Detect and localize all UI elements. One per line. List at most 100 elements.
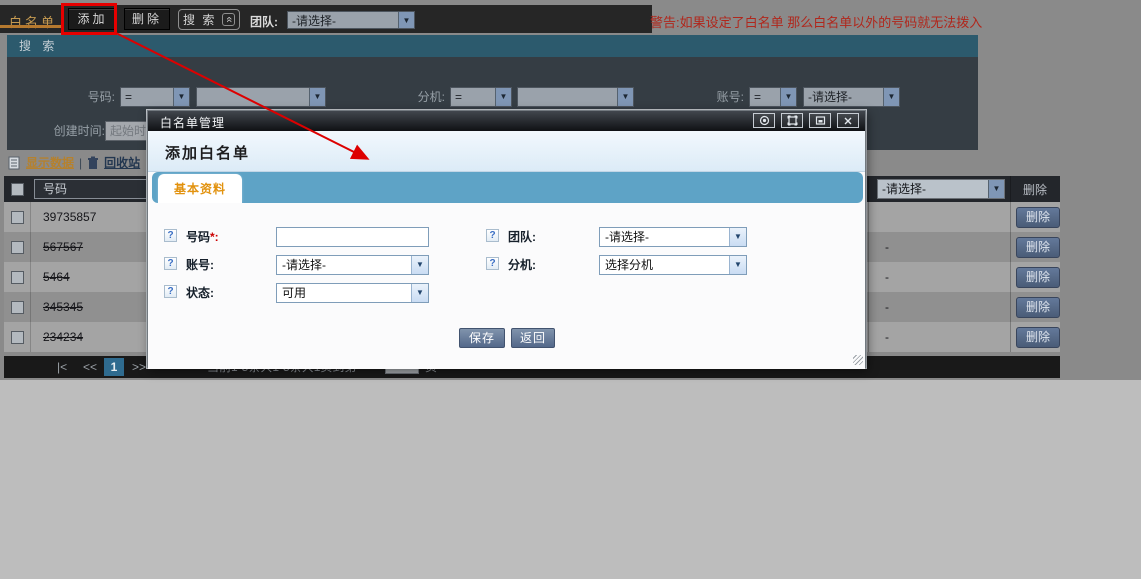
chevron-down-icon: ▼ bbox=[617, 88, 633, 106]
extension-operator-value: = bbox=[451, 88, 495, 106]
number-value-select[interactable]: ▼ bbox=[196, 87, 326, 107]
field-team-label: 团队: bbox=[508, 227, 536, 247]
account-value: -请选择- bbox=[804, 88, 883, 106]
help-icon[interactable]: ? bbox=[486, 257, 499, 270]
chevron-down-icon: ▼ bbox=[398, 12, 414, 28]
row-checkbox[interactable] bbox=[11, 271, 24, 284]
dialog-header: 添加白名单 bbox=[148, 131, 865, 172]
row-checkbox[interactable] bbox=[11, 211, 24, 224]
row-number: 345345 bbox=[43, 300, 83, 314]
help-icon[interactable]: ? bbox=[164, 229, 177, 242]
whitelist-dialog: 白名单管理 添加白名单 基本资料 ? 号码*: bbox=[147, 110, 866, 368]
extension-operator-select[interactable]: = ▼ bbox=[450, 87, 512, 107]
dialog-restore-button[interactable] bbox=[809, 113, 831, 128]
number-value bbox=[197, 88, 309, 106]
team-filter-label: 团队: bbox=[250, 13, 278, 30]
field-extension-label: 分机: bbox=[508, 255, 536, 275]
row-number: 39735857 bbox=[43, 210, 96, 224]
number-input[interactable] bbox=[276, 227, 429, 247]
dialog-maximize-button[interactable] bbox=[781, 113, 803, 128]
save-button[interactable]: 保存 bbox=[459, 328, 505, 348]
extension-value-select[interactable]: ▼ bbox=[517, 87, 634, 107]
chevron-down-icon: ▼ bbox=[173, 88, 189, 106]
help-icon[interactable]: ? bbox=[486, 229, 499, 242]
number-operator-select[interactable]: = ▼ bbox=[120, 87, 190, 107]
team-select-value: -请选择- bbox=[600, 228, 729, 246]
delete-column-header: 删除 bbox=[1011, 181, 1047, 198]
recycle-bin-link[interactable]: 回收站 bbox=[104, 154, 140, 171]
annotation-highlight-box bbox=[61, 3, 117, 35]
chevron-down-icon: ▼ bbox=[780, 88, 796, 106]
search-toggle-label: 搜 索 bbox=[183, 11, 222, 28]
field-number-label: 号码*: bbox=[186, 227, 219, 247]
tab-whitelist[interactable]: 白名单 bbox=[9, 12, 57, 31]
chevron-down-icon: ▼ bbox=[883, 88, 899, 106]
document-icon bbox=[8, 156, 21, 170]
search-panel-header[interactable]: 搜 索 bbox=[7, 35, 978, 57]
show-data-link[interactable]: 显示数据 bbox=[26, 154, 74, 171]
dialog-resize-handle[interactable] bbox=[853, 355, 863, 365]
status-select[interactable]: 可用 ▼ bbox=[276, 283, 429, 303]
row-delete-button[interactable]: 删除 bbox=[1016, 237, 1060, 258]
field-account-label: 账号: bbox=[186, 255, 214, 275]
dialog-close-button[interactable] bbox=[837, 113, 859, 128]
next-page-button[interactable]: >> bbox=[132, 360, 146, 374]
account-operator-select[interactable]: = ▼ bbox=[749, 87, 797, 107]
search-toggle-button[interactable]: 搜 索 « bbox=[178, 9, 240, 30]
chevron-down-icon: ▼ bbox=[411, 284, 428, 302]
row-number: 234234 bbox=[43, 330, 83, 344]
help-icon[interactable]: ? bbox=[164, 257, 177, 270]
dialog-tabstrip: 基本资料 bbox=[152, 172, 863, 203]
dialog-content: ? 号码*: ? 团队: -请选择- ▼ ? 账号: -请选择- ▼ ? 分机: bbox=[148, 203, 865, 369]
team-filter-select[interactable]: -请选择- ▼ bbox=[287, 11, 415, 29]
team-select[interactable]: -请选择- ▼ bbox=[599, 227, 747, 247]
row-team: - bbox=[885, 300, 889, 314]
select-all-checkbox[interactable] bbox=[11, 183, 24, 196]
extension-select[interactable]: 选择分机 ▼ bbox=[599, 255, 747, 275]
chevron-down-icon: ▼ bbox=[729, 228, 746, 246]
row-checkbox[interactable] bbox=[11, 301, 24, 314]
delete-button[interactable]: 删除 bbox=[124, 8, 170, 30]
row-number: 5464 bbox=[43, 270, 70, 284]
number-operator-value: = bbox=[121, 88, 173, 106]
row-checkbox[interactable] bbox=[11, 331, 24, 344]
tab-basic-info[interactable]: 基本资料 bbox=[159, 175, 241, 203]
status-select-value: 可用 bbox=[277, 284, 411, 302]
number-label: 号码: bbox=[63, 87, 115, 107]
chevron-down-icon: ▼ bbox=[309, 88, 325, 106]
header-filter-value: -请选择- bbox=[878, 180, 988, 198]
row-delete-button[interactable]: 删除 bbox=[1016, 297, 1060, 318]
row-checkbox[interactable] bbox=[11, 241, 24, 254]
row-team: - bbox=[885, 240, 889, 254]
prev-page-button[interactable]: << bbox=[83, 360, 97, 374]
dialog-heading: 添加白名单 bbox=[165, 142, 250, 163]
account-select-value: -请选择- bbox=[277, 256, 411, 274]
row-delete-button[interactable]: 删除 bbox=[1016, 327, 1060, 348]
maximize-icon bbox=[787, 115, 798, 126]
dialog-title: 白名单管理 bbox=[160, 114, 225, 131]
row-team: - bbox=[885, 330, 889, 344]
first-page-button[interactable]: |< bbox=[57, 360, 67, 374]
collapse-icon: « bbox=[222, 13, 235, 26]
account-value-select[interactable]: -请选择- ▼ bbox=[803, 87, 900, 107]
row-delete-button[interactable]: 删除 bbox=[1016, 267, 1060, 288]
account-label: 账号: bbox=[700, 87, 744, 107]
extension-label: 分机: bbox=[400, 87, 445, 107]
dialog-titlebar[interactable]: 白名单管理 bbox=[148, 111, 865, 131]
link-separator: | bbox=[79, 156, 82, 170]
extension-value bbox=[518, 88, 617, 106]
trash-icon bbox=[87, 156, 99, 170]
row-delete-button[interactable]: 删除 bbox=[1016, 207, 1060, 228]
field-status-label: 状态: bbox=[186, 283, 214, 303]
list-actions-bar: 显示数据 | 回收站 bbox=[8, 154, 140, 171]
row-team: - bbox=[885, 270, 889, 284]
back-button[interactable]: 返回 bbox=[511, 328, 555, 348]
chevron-down-icon: ▼ bbox=[729, 256, 746, 274]
dialog-roll-button[interactable] bbox=[753, 113, 775, 128]
circle-dot-icon bbox=[759, 115, 770, 126]
current-page-badge[interactable]: 1 bbox=[104, 358, 124, 376]
help-icon[interactable]: ? bbox=[164, 285, 177, 298]
close-icon bbox=[843, 116, 853, 126]
account-select[interactable]: -请选择- ▼ bbox=[276, 255, 429, 275]
header-filter-select[interactable]: -请选择- ▼ bbox=[877, 179, 1005, 199]
